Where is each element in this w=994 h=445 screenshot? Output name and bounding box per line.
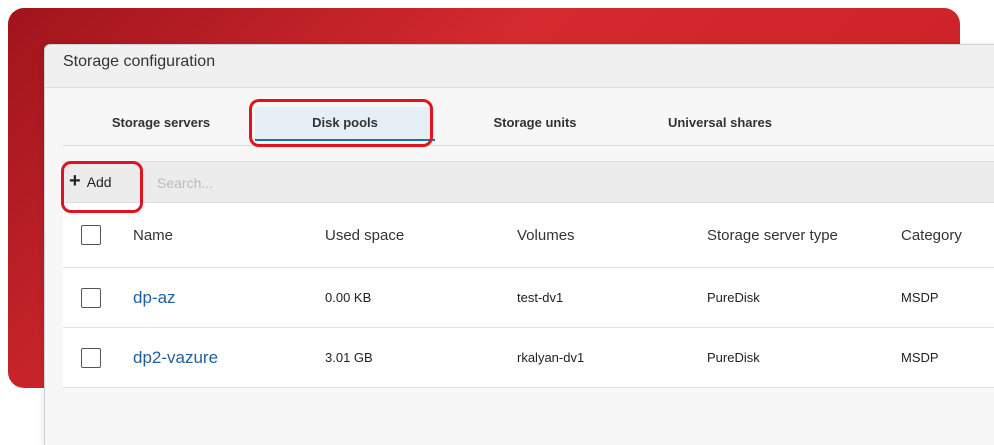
disk-pool-name-link[interactable]: dp2-vazure xyxy=(133,348,218,368)
tab-disk-pools[interactable]: Disk pools xyxy=(255,107,435,141)
tab-storage-servers[interactable]: Storage servers xyxy=(91,107,231,139)
storage-server-type-cell: PureDisk xyxy=(707,290,760,305)
volumes-cell: test-dv1 xyxy=(517,290,564,305)
table-header-row: Name Used space Volumes Storage server t… xyxy=(63,203,994,268)
tab-storage-units[interactable]: Storage units xyxy=(465,107,605,139)
tab-universal-shares[interactable]: Universal shares xyxy=(645,107,795,139)
category-cell: MSDP xyxy=(901,290,939,305)
disk-pools-table: Name Used space Volumes Storage server t… xyxy=(63,203,994,388)
volumes-cell: rkalyan-dv1 xyxy=(517,350,585,365)
add-button-label: Add xyxy=(86,174,112,190)
disk-pool-name-link[interactable]: dp-az xyxy=(133,288,176,308)
used-space-cell: 0.00 KB xyxy=(325,290,372,305)
select-all-checkbox[interactable] xyxy=(81,225,101,245)
tab-bar: Storage servers Disk pools Storage units… xyxy=(63,101,994,146)
table-row[interactable]: dp-az 0.00 KB test-dv1 PureDisk MSDP xyxy=(63,268,994,328)
add-button[interactable]: + Add xyxy=(69,168,133,196)
table-toolbar: + Add xyxy=(63,161,994,203)
column-header-storage-server-type[interactable]: Storage server type xyxy=(707,203,838,267)
column-header-category[interactable]: Category xyxy=(901,203,962,267)
row-checkbox[interactable] xyxy=(81,287,101,308)
column-header-name[interactable]: Name xyxy=(133,203,173,267)
row-checkbox[interactable] xyxy=(81,347,101,368)
storage-configuration-window: Storage configuration Storage servers Di… xyxy=(44,44,994,445)
search-input[interactable] xyxy=(155,170,459,196)
column-header-volumes[interactable]: Volumes xyxy=(517,203,575,267)
used-space-cell: 3.01 GB xyxy=(325,350,373,365)
category-cell: MSDP xyxy=(901,350,939,365)
storage-server-type-cell: PureDisk xyxy=(707,350,760,365)
window-title: Storage configuration xyxy=(45,45,994,88)
plus-icon: + xyxy=(69,170,81,192)
table-row[interactable]: dp2-vazure 3.01 GB rkalyan-dv1 PureDisk … xyxy=(63,328,994,388)
column-header-used-space[interactable]: Used space xyxy=(325,203,404,267)
